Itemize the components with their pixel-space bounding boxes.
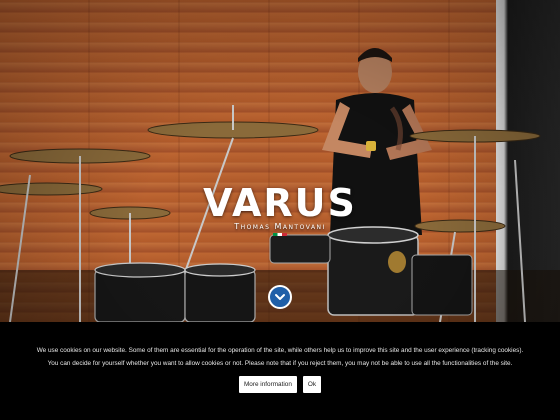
brand-logo: VARUS Thomas Mantovani <box>190 184 370 236</box>
more-information-button[interactable]: More information <box>238 376 297 393</box>
snare-drum <box>184 269 256 322</box>
chevron-down-icon <box>275 294 285 300</box>
hero-photo-drummer <box>0 48 560 322</box>
bass-drum <box>327 234 419 316</box>
ok-button[interactable]: Ok <box>302 376 322 393</box>
tom-drum <box>269 234 331 264</box>
cookie-buttons: More information Ok <box>0 376 560 393</box>
site-title: VARUS <box>203 181 357 225</box>
cymbal <box>0 182 103 196</box>
floor-tom <box>94 269 186 322</box>
cookie-text-line1: We use cookies on our website. Some of t… <box>36 347 524 354</box>
scroll-down-button[interactable] <box>268 285 292 309</box>
cymbal <box>414 219 506 233</box>
cookie-text-line2: You can decide for yourself whether you … <box>47 360 513 367</box>
italian-flag-icon <box>273 233 287 236</box>
floor-tom-right <box>411 254 473 316</box>
cookie-banner: We use cookies on our website. Some of t… <box>0 322 560 420</box>
hero-section: VARUS Thomas Mantovani <box>0 0 560 322</box>
